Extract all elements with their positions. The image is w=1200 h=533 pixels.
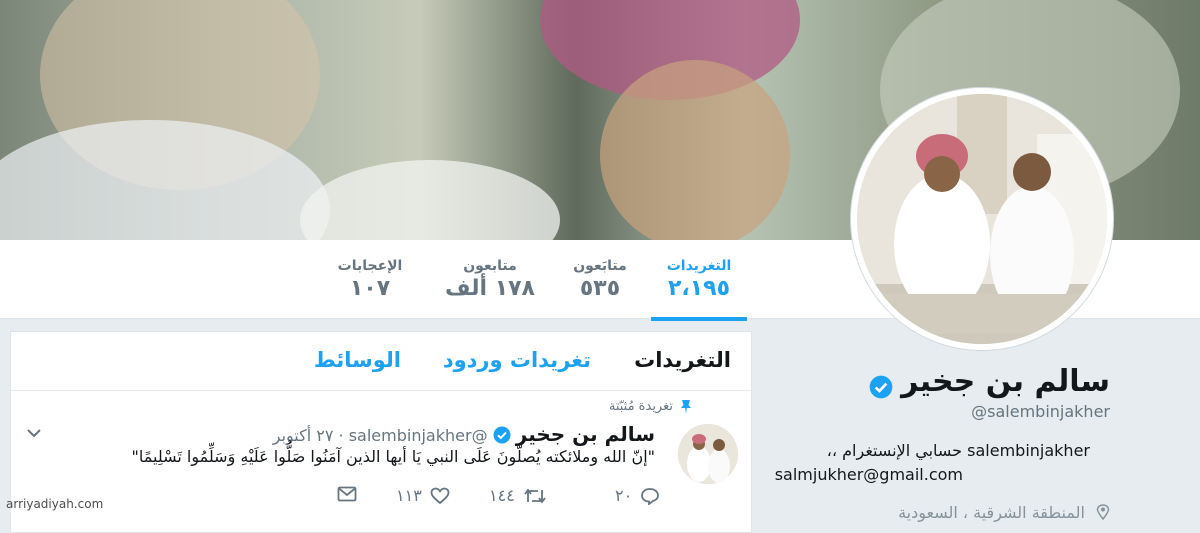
like-action[interactable]: ١١٣ [396,486,450,505]
stat-tweets-value: ٢،١٩٥ [667,276,731,301]
profile-handle[interactable]: @salembinjakher [971,402,1110,421]
stat-likes-label: الإعجابات [337,258,403,274]
tweet-separator: · [333,426,344,445]
tweet-text: "إنّ الله وملائكته يُصلّونَ عَلَى النبي … [131,447,656,466]
tab-tweets[interactable]: التغريدات [634,348,731,372]
retweet-action[interactable]: ١٤٤ [489,486,547,505]
reply-icon [641,487,660,505]
stat-likes[interactable]: الإعجابات ١٠٧ [335,258,405,301]
verified-badge-icon [493,426,511,444]
stat-followers[interactable]: متابعون ١٧٨ ألف [440,258,540,301]
timeline-card: التغريدات تغريدات وردود الوسائط تغريدة م… [10,331,752,533]
stat-following-value: ٥٣٥ [579,276,621,301]
like-icon [430,487,450,504]
stat-followers-label: متابعون [463,258,517,274]
profile-avatar[interactable] [851,88,1113,350]
stat-tweets-label: التغريدات [666,258,732,274]
profile-bio-email[interactable]: salmjukher@gmail.com [775,465,963,484]
tweet-date[interactable]: ٢٧ أكتوبر [273,426,334,445]
location-icon [1096,504,1110,521]
profile-location: المنطقة الشرقية ، السعودية [898,503,1110,522]
stat-followers-value: ١٧٨ ألف [445,276,535,301]
like-count: ١١٣ [396,486,422,505]
watermark: arriyadiyah.com [6,497,104,511]
reply-count: ٢٠ [615,486,633,505]
profile-name [869,370,893,405]
timeline-tabs: التغريدات تغريدات وردود الوسائط [11,332,751,391]
retweet-icon [524,488,546,503]
tab-media[interactable]: الوسائط [314,348,401,372]
stat-tweets[interactable]: التغريدات ٢،١٩٥ [651,258,747,321]
stat-following-label: متابَعون [573,258,627,274]
tab-tweets-and-replies[interactable]: تغريدات وردود [443,348,591,372]
retweet-count: ١٤٤ [489,486,515,505]
stat-likes-value: ١٠٧ [349,276,391,301]
chevron-down-icon[interactable] [27,428,41,438]
profile-location-text: المنطقة الشرقية ، السعودية [898,503,1085,522]
tweet-author-handle[interactable]: @salembinjakher [349,426,488,445]
pin-icon [681,400,691,414]
profile-verified-badge-icon [869,375,893,399]
avatar-photo [857,94,1107,344]
message-icon [337,486,357,502]
profile-bio-line1: salembinjakher حسابي الإنستغرام ،، [826,441,1090,460]
reply-action[interactable]: ٢٠ [615,486,660,505]
profile-name-text: سالم بن جخير [901,364,1110,399]
stat-following[interactable]: متابَعون ٥٣٥ [570,258,630,301]
tweet-header: سالم بن جخير @salembinjakher · ٢٧ أكتوبر [273,422,655,446]
pinned-tweet-label: تغريدة مُثبّتة [608,399,673,414]
avatar-photo-illustration [857,94,1107,344]
message-action[interactable] [337,486,357,502]
tweet-actions: ٢٠ ١٤٤ ١١٣ [11,484,751,514]
tweet-author-name[interactable]: سالم بن جخير [516,422,655,446]
tweet-author-avatar[interactable] [678,424,738,484]
tweet-avatar-illustration [678,424,738,484]
